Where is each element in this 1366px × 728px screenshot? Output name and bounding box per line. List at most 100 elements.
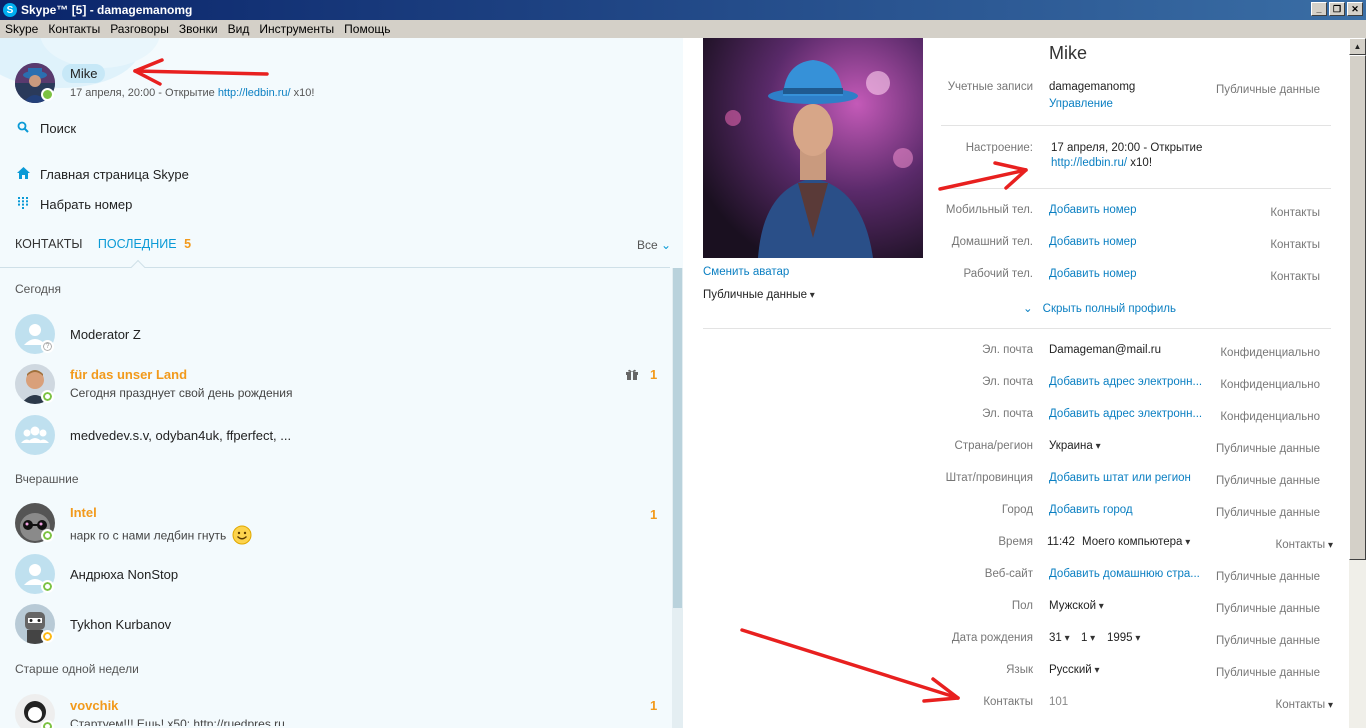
hide-full-profile-link[interactable]: ⌄ Скрыть полный профиль (1023, 301, 1176, 315)
contacts-count-row: Контакты 101 Контакты (933, 696, 1333, 716)
change-avatar-link[interactable]: Сменить аватар (703, 266, 789, 278)
chevron-down-icon: ⌄ (1023, 303, 1033, 315)
menu-help[interactable]: Помощь (339, 22, 395, 36)
add-mobile-link[interactable]: Добавить номер (1049, 204, 1136, 216)
email-value[interactable]: Damageman@mail.ru (1049, 344, 1161, 356)
add-work-link[interactable]: Добавить номер (1049, 268, 1136, 280)
contact-item[interactable]: vovchik Стартуем!!! Ешь! х50: http://rue… (0, 690, 670, 728)
language-dropdown[interactable]: Русский (1049, 664, 1099, 676)
filter-dropdown[interactable]: Все ⌄ (637, 238, 671, 252)
field-label: Дата рождения (951, 632, 1033, 644)
contact-item[interactable]: Tykhon Kurbanov (0, 601, 670, 649)
window-titlebar: S Skype™ [5] - damagemanomg _ ❐ ✕ (0, 0, 1366, 20)
nav-search[interactable]: Поиск (16, 121, 76, 136)
unread-count-badge: 1 (650, 367, 658, 382)
add-city-link[interactable]: Добавить город (1049, 504, 1133, 516)
accounts-label: Учетные записи (947, 81, 1033, 93)
add-state-link[interactable]: Добавить штат или регион (1049, 472, 1191, 484)
gender-dropdown[interactable]: Мужской (1049, 600, 1104, 612)
email-row-1: Эл. почта Damageman@mail.ru Конфиденциал… (933, 344, 1333, 364)
home-icon (16, 167, 30, 182)
field-privacy: Контакты (1270, 271, 1320, 283)
profile-name[interactable]: Mike (1049, 43, 1087, 64)
field-privacy: Публичные данные (1215, 635, 1320, 647)
scrollbar-thumb[interactable] (673, 268, 682, 608)
mood-line-2[interactable]: http://ledbin.ru/ x10! (1051, 157, 1152, 169)
contact-item[interactable]: für das unser Land Сегодня празднует сво… (0, 360, 670, 408)
tab-indicator (130, 259, 146, 275)
phone-row-home: Домашний тел. Добавить номер Контакты (933, 236, 1333, 256)
menu-conversations[interactable]: Разговоры (105, 22, 174, 36)
my-display-name[interactable]: Mike (62, 64, 106, 83)
menu-contacts[interactable]: Контакты (43, 22, 105, 36)
field-label: Время (998, 536, 1033, 548)
my-mood-message[interactable]: 17 апреля, 20:00 - Открытие http://ledbi… (70, 87, 314, 99)
photo-visibility-dropdown[interactable]: Публичные данные (703, 289, 815, 301)
language-row: Язык Русский Публичные данные (933, 664, 1333, 684)
mood-row-2: http://ledbin.ru/ x10! (933, 157, 1333, 177)
field-privacy: Публичные данные (1215, 603, 1320, 615)
add-email-link[interactable]: Добавить адрес электронн... (1049, 376, 1202, 388)
menu-view[interactable]: Вид (223, 22, 255, 36)
scroll-up-arrow-icon[interactable]: ▲ (1349, 38, 1366, 55)
contact-name: Intel (70, 505, 97, 520)
timezone-dropdown[interactable]: Моего компьютера (1082, 536, 1190, 548)
phone-row-mobile: Мобильный тел. Добавить номер Контакты (933, 204, 1333, 224)
field-label: Язык (1006, 664, 1033, 676)
tab-recent[interactable]: ПОСЛЕДНИЕ (98, 237, 177, 251)
profile-photo[interactable] (703, 38, 923, 258)
add-website-link[interactable]: Добавить домашнюю стра... (1049, 568, 1200, 580)
manage-link[interactable]: Управление (1049, 98, 1113, 110)
mood-link[interactable]: http://ledbin.ru/ (218, 87, 291, 99)
field-privacy: Публичные данные (1215, 571, 1320, 583)
minimize-button[interactable]: _ (1311, 2, 1327, 16)
website-row: Веб-сайт Добавить домашнюю стра... Публи… (933, 568, 1333, 588)
search-icon (16, 121, 30, 136)
tab-contacts[interactable]: КОНТАКТЫ (15, 237, 82, 251)
field-label: Контакты (983, 696, 1033, 708)
birthday-row: Дата рождения 31 1 1995 Публичные данные (933, 632, 1333, 652)
mood-text[interactable]: 17 апреля, 20:00 - Открытие (1051, 142, 1202, 154)
menu-calls[interactable]: Звонки (174, 22, 223, 36)
field-label: Город (1001, 504, 1033, 516)
unread-count-badge: 1 (650, 507, 658, 522)
gift-icon (626, 368, 638, 383)
section-today: Сегодня (15, 282, 61, 296)
field-privacy-dropdown[interactable]: Контакты (1276, 539, 1334, 551)
country-dropdown[interactable]: Украина (1049, 440, 1101, 452)
contact-name: Tykhon Kurbanov (70, 617, 172, 632)
contact-item[interactable]: Intel нарк го с нами ледбин гнуть 1 (0, 498, 670, 546)
close-button[interactable]: ✕ (1347, 2, 1363, 16)
contact-message-preview: нарк го с нами ледбин гнуть (70, 525, 252, 548)
mood-suffix: x10! (1127, 157, 1153, 169)
group-avatar-icon (15, 415, 55, 455)
field-privacy: Публичные данные (1215, 667, 1320, 679)
status-online-icon (41, 390, 54, 403)
phone-row-work: Рабочий тел. Добавить номер Контакты (933, 268, 1333, 288)
contact-tabs: КОНТАКТЫ ПОСЛЕДНИЕ 5 (15, 237, 191, 251)
menu-tools[interactable]: Инструменты (254, 22, 339, 36)
section-older: Старше одной недели (15, 662, 139, 676)
birth-month-dropdown[interactable]: 1 (1081, 632, 1095, 644)
add-email-link[interactable]: Добавить адрес электронн... (1049, 408, 1202, 420)
window-scrollbar[interactable]: ▲ (1349, 38, 1366, 728)
nav-dial-number[interactable]: Набрать номер (16, 197, 132, 212)
window-scrollbar-thumb[interactable] (1349, 55, 1366, 560)
mood-link[interactable]: http://ledbin.ru/ (1051, 157, 1127, 169)
field-label: Домашний тел. (951, 236, 1033, 248)
nav-skype-home[interactable]: Главная страница Skype (16, 167, 189, 182)
contact-item[interactable]: ? Moderator Z (0, 311, 670, 359)
contact-item[interactable]: medvedev.s.v, odyban4uk, ffperfect, ... (0, 411, 670, 459)
birth-year-dropdown[interactable]: 1995 (1107, 632, 1140, 644)
add-home-link[interactable]: Добавить номер (1049, 236, 1136, 248)
contacts-scrollbar[interactable] (672, 268, 683, 728)
nav-home-label: Главная страница Skype (40, 167, 189, 182)
nav-dial-label: Набрать номер (40, 197, 133, 212)
field-privacy-dropdown[interactable]: Контакты (1276, 699, 1334, 711)
restore-button[interactable]: ❐ (1329, 2, 1345, 16)
time-value: 11:42 (1047, 536, 1075, 548)
status-online-icon (41, 720, 54, 728)
menu-skype[interactable]: Skype (0, 22, 43, 36)
contact-item[interactable]: Андрюха NonStop (0, 551, 670, 599)
birth-day-dropdown[interactable]: 31 (1049, 632, 1070, 644)
